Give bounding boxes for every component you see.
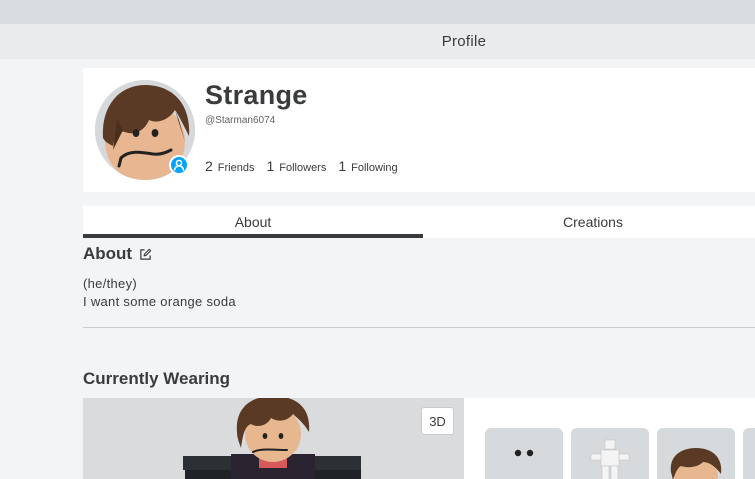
avatar-viewer[interactable]: 3D xyxy=(83,398,464,479)
avatar-container[interactable] xyxy=(95,80,195,180)
wearing-items-panel xyxy=(464,398,755,479)
followers-stat-link[interactable]: 1 Followers xyxy=(266,158,326,174)
top-bar xyxy=(0,0,755,24)
pose-emote-icon xyxy=(590,439,630,479)
tab-creations[interactable]: Creations xyxy=(423,206,755,238)
bio-line: I want some orange soda xyxy=(83,294,236,309)
display-name: Strange xyxy=(205,80,308,110)
online-user-icon xyxy=(169,155,189,175)
friends-label: Friends xyxy=(217,162,255,174)
wearing-item-partial[interactable] xyxy=(743,428,755,479)
following-label: Following xyxy=(351,162,398,174)
profile-stats: 2 Friends 1 Followers 1 Following xyxy=(205,158,398,174)
face-item-icon xyxy=(514,449,534,457)
followers-label: Followers xyxy=(279,162,327,174)
bio-text: (he/they) I want some orange soda xyxy=(83,275,236,311)
about-heading-text: About xyxy=(83,244,133,263)
avatar-full-body-image xyxy=(183,398,361,479)
page-header: Profile xyxy=(0,24,755,59)
wearing-item-pose[interactable] xyxy=(571,428,649,479)
section-divider xyxy=(83,327,755,328)
about-section-heading: About xyxy=(83,244,152,264)
page-title: Profile xyxy=(441,33,487,50)
currently-wearing-heading: Currently Wearing xyxy=(83,369,231,388)
following-stat-link[interactable]: 1 Following xyxy=(338,158,397,174)
following-count: 1 xyxy=(338,158,347,174)
username: @Starman6074 xyxy=(205,115,276,126)
profile-header-card: Strange @Starman6074 2 Friends 1 Followe… xyxy=(83,68,755,192)
tab-about[interactable]: About xyxy=(83,206,423,238)
bio-line: (he/they) xyxy=(83,276,138,291)
wearing-item-hair[interactable] xyxy=(657,428,735,479)
hair-item-icon xyxy=(670,448,722,479)
friends-count: 2 xyxy=(205,158,213,174)
profile-tabs: About Creations xyxy=(83,206,755,238)
friends-stat-link[interactable]: 2 Friends xyxy=(205,158,254,174)
edit-pencil-icon[interactable] xyxy=(139,248,152,261)
wearing-item-face[interactable] xyxy=(485,428,563,479)
followers-count: 1 xyxy=(266,158,275,174)
toggle-3d-button[interactable]: 3D xyxy=(421,407,454,435)
